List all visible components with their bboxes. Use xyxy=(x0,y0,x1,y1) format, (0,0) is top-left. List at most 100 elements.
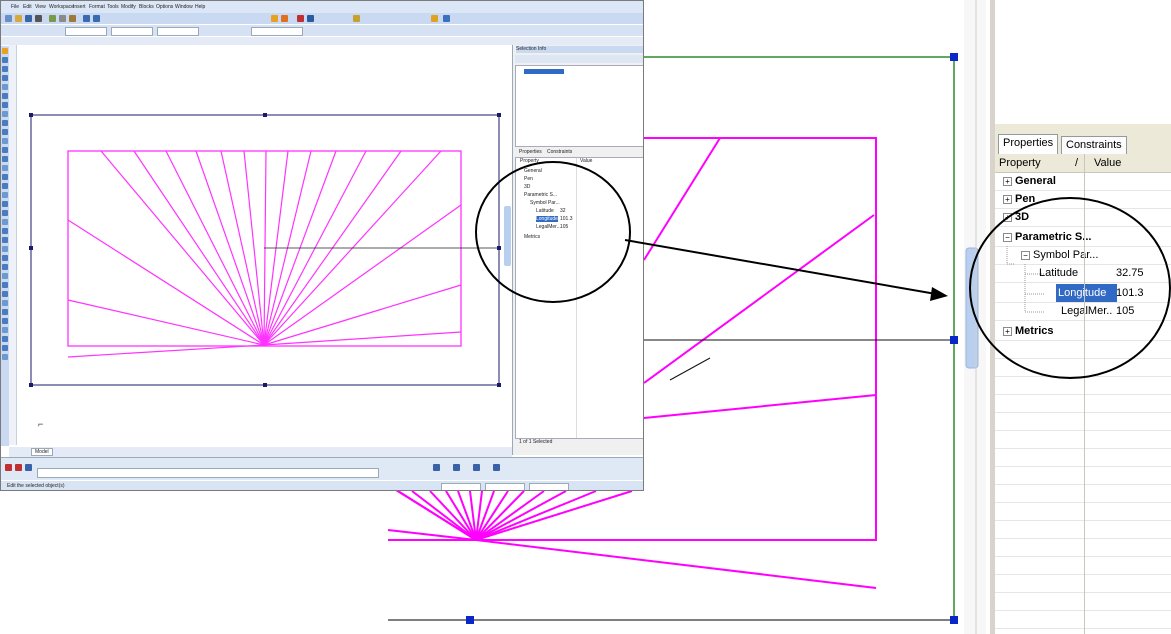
menu-options[interactable]: Options xyxy=(156,1,173,13)
tool-icon[interactable] xyxy=(473,464,480,471)
menu-help[interactable]: Help xyxy=(195,1,205,13)
expand-icon[interactable]: + xyxy=(1003,195,1012,204)
tool-icon[interactable] xyxy=(2,129,8,135)
expand-icon[interactable]: + xyxy=(1003,327,1012,336)
tool-icon[interactable] xyxy=(2,354,8,360)
menu-modify[interactable]: Modify xyxy=(121,1,136,13)
dock-row-symbol-params[interactable]: Symbol Par... xyxy=(530,200,560,206)
dock-col-value[interactable]: Value xyxy=(580,158,592,164)
open-icon[interactable] xyxy=(15,15,22,22)
dock-value-legal-meridian[interactable]: 105 xyxy=(560,224,568,230)
tool-icon[interactable] xyxy=(2,102,8,108)
tool-icon[interactable] xyxy=(2,84,8,90)
tool-icon[interactable] xyxy=(2,345,8,351)
tool-icon[interactable] xyxy=(2,147,8,153)
tool-icon[interactable] xyxy=(307,15,314,22)
paste-icon[interactable] xyxy=(69,15,76,22)
column-header-value[interactable]: Value xyxy=(1094,154,1121,172)
menu-format[interactable]: Format xyxy=(89,1,105,13)
record-icon[interactable] xyxy=(5,464,12,471)
tool-icon[interactable] xyxy=(297,15,304,22)
dock-row-3d[interactable]: 3D xyxy=(524,184,530,190)
tool-icon[interactable] xyxy=(2,291,8,297)
tool-icon[interactable] xyxy=(2,201,8,207)
dock-row-longitude[interactable]: Longitude xyxy=(536,216,558,222)
legal-meridian-value[interactable]: 105 xyxy=(1116,302,1134,320)
menu-insert[interactable]: Insert xyxy=(73,1,86,13)
tool-icon[interactable] xyxy=(2,174,8,180)
tool-icon[interactable] xyxy=(2,156,8,162)
property-row-metrics[interactable]: + Metrics xyxy=(995,322,1171,341)
save-icon[interactable] xyxy=(25,15,32,22)
dock-row-legal-meridian[interactable]: LegalMer... xyxy=(536,224,561,230)
tab-constraints[interactable]: Constraints xyxy=(1061,136,1127,154)
new-icon[interactable] xyxy=(5,15,12,22)
tool-icon[interactable] xyxy=(353,15,360,22)
tool-icon[interactable] xyxy=(2,165,8,171)
tool-icon[interactable] xyxy=(2,138,8,144)
dock-row-general[interactable]: General xyxy=(524,168,542,174)
tool-icon[interactable] xyxy=(2,192,8,198)
dock-row-pen[interactable]: Pen xyxy=(524,176,533,182)
tool-icon[interactable] xyxy=(2,282,8,288)
tool-icon[interactable] xyxy=(2,273,8,279)
column-header-property[interactable]: Property xyxy=(999,154,1041,172)
dock-tab-constraints[interactable]: Constraints xyxy=(547,149,572,155)
tool-icon[interactable] xyxy=(443,15,450,22)
menu-view[interactable]: View xyxy=(35,1,46,13)
tab-model[interactable]: Model xyxy=(31,448,53,456)
property-row-3d[interactable]: + 3D xyxy=(995,208,1171,227)
menu-edit[interactable]: Edit xyxy=(23,1,32,13)
expand-icon[interactable]: + xyxy=(1003,213,1012,222)
tool-icon[interactable] xyxy=(2,120,8,126)
pen-style-select[interactable] xyxy=(65,27,107,36)
tab-properties[interactable]: Properties xyxy=(998,134,1059,155)
dock-tab-properties[interactable]: Properties xyxy=(519,149,542,155)
menu-workspace[interactable]: Workspace xyxy=(49,1,74,13)
tool-icon[interactable] xyxy=(453,464,460,471)
snap-icon[interactable] xyxy=(271,15,278,22)
dock-row-parametric[interactable]: Parametric S... xyxy=(524,192,557,198)
tool-icon[interactable] xyxy=(2,228,8,234)
dock-col-property[interactable]: Property xyxy=(520,158,539,164)
menu-blocks[interactable]: Blocks xyxy=(139,1,154,13)
redo-icon[interactable] xyxy=(93,15,100,22)
tool-icon[interactable] xyxy=(2,255,8,261)
menu-file[interactable]: File xyxy=(11,1,19,13)
dock-value-latitude[interactable]: 32 xyxy=(560,208,566,214)
cut-icon[interactable] xyxy=(49,15,56,22)
metrics-fields[interactable] xyxy=(37,468,379,478)
tool-icon[interactable] xyxy=(2,66,8,72)
undo-icon[interactable] xyxy=(83,15,90,22)
property-row-general[interactable]: + General xyxy=(995,172,1171,191)
menu-tools[interactable]: Tools xyxy=(107,1,119,13)
tool-icon[interactable] xyxy=(2,48,8,54)
tool-icon[interactable] xyxy=(2,210,8,216)
dock-row-metrics[interactable]: Metrics xyxy=(524,234,540,240)
tool-icon[interactable] xyxy=(2,75,8,81)
tool-icon[interactable] xyxy=(2,300,8,306)
dock-row-latitude[interactable]: Latitude xyxy=(536,208,554,214)
latitude-value[interactable]: 32.75 xyxy=(1116,264,1144,282)
layer-select[interactable] xyxy=(251,27,303,36)
tool-icon[interactable] xyxy=(2,93,8,99)
stop-icon[interactable] xyxy=(15,464,22,471)
copy-icon[interactable] xyxy=(59,15,66,22)
pen-color-select[interactable] xyxy=(157,27,199,36)
canvas-scrollbar-thumb[interactable] xyxy=(504,206,511,266)
tool-icon[interactable] xyxy=(2,111,8,117)
tool-icon[interactable] xyxy=(2,309,8,315)
menu-window[interactable]: Window xyxy=(175,1,193,13)
grid-icon[interactable] xyxy=(281,15,288,22)
tool-icon[interactable] xyxy=(2,219,8,225)
tool-icon[interactable] xyxy=(2,237,8,243)
tool-icon[interactable] xyxy=(431,15,438,22)
metrics-icon[interactable] xyxy=(25,464,32,471)
tool-icon[interactable] xyxy=(2,183,8,189)
tool-icon[interactable] xyxy=(433,464,440,471)
tool-icon[interactable] xyxy=(2,264,8,270)
expand-icon[interactable]: + xyxy=(1003,177,1012,186)
tool-icon[interactable] xyxy=(2,327,8,333)
tool-icon[interactable] xyxy=(493,464,500,471)
tool-icon[interactable] xyxy=(2,318,8,324)
